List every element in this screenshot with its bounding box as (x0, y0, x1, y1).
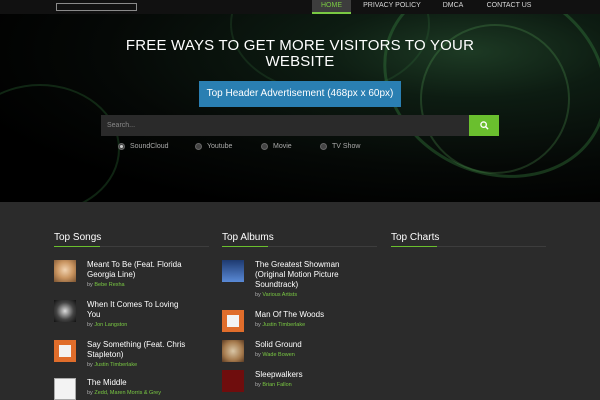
song-artist: by Zedd, Maren Morris & Grey (87, 390, 161, 396)
song-cover-image[interactable] (54, 300, 76, 322)
artist-link: Zedd, Maren Morris & Grey (94, 390, 161, 396)
radio-tv-show[interactable]: TV Show (320, 142, 360, 151)
album-item[interactable]: Solid Ground by Wade Bowen (222, 340, 302, 362)
album-title[interactable]: Man Of The Woods (255, 310, 324, 320)
artist-link: Justin Timberlake (94, 362, 138, 368)
album-title[interactable]: The Greatest Showman (Original Motion Pic… (255, 260, 339, 290)
song-title[interactable]: When It Comes To Loving You (87, 300, 178, 320)
top-charts-divider (391, 246, 546, 247)
top-navbar: HOME PRIVACY POLICY DMCA CONTACT US (0, 0, 600, 14)
radio-movie[interactable]: Movie (261, 142, 292, 151)
radio-soundcloud[interactable]: SoundCloud (118, 142, 169, 151)
nav-dmca[interactable]: DMCA (436, 0, 470, 14)
by-label: by (87, 390, 93, 396)
by-label: by (255, 382, 261, 388)
album-artist: by Justin Timberlake (255, 322, 324, 328)
album-title[interactable]: Sleepwalkers (255, 370, 303, 380)
hero-title: FREE WAYS TO GET MORE VISITORS TO YOUR W… (100, 38, 500, 70)
by-label: by (87, 362, 93, 368)
radio-label: SoundCloud (130, 143, 169, 150)
search-icon (479, 121, 489, 130)
by-label: by (87, 322, 93, 328)
header-advertisement[interactable]: Top Header Advertisement (468px x 60px) (199, 81, 401, 107)
search-input[interactable]: Search... (101, 115, 469, 136)
top-albums-heading: Top Albums (222, 232, 274, 243)
top-songs-heading: Top Songs (54, 232, 102, 243)
album-cover-image[interactable] (222, 310, 244, 332)
nav-contact-us[interactable]: CONTACT US (480, 0, 538, 14)
search-button[interactable] (469, 115, 499, 136)
by-label: by (87, 282, 93, 288)
album-cover-image[interactable] (222, 260, 244, 282)
song-cover-image[interactable] (54, 260, 76, 282)
nav-home[interactable]: HOME (312, 0, 351, 14)
radio-youtube[interactable]: Youtube (195, 142, 232, 151)
radio-label: Movie (273, 143, 292, 150)
hero-title-line2: WEBSITE (265, 53, 335, 70)
top-songs-divider (54, 246, 209, 247)
song-item[interactable]: When It Comes To Loving You by Jon Langst… (54, 300, 178, 328)
artist-link: Brian Fallon (262, 382, 292, 388)
album-cover-image[interactable] (222, 370, 244, 392)
radio-label: TV Show (332, 143, 361, 150)
album-title[interactable]: Solid Ground (255, 340, 302, 350)
song-title[interactable]: The Middle (87, 378, 161, 388)
album-item[interactable]: The Greatest Showman (Original Motion Pic… (222, 260, 339, 298)
song-cover-image[interactable] (54, 340, 76, 362)
top-albums-divider (222, 246, 377, 247)
song-artist: by Jon Langston (87, 322, 178, 328)
artist-link: Justin Timberlake (262, 322, 306, 328)
album-item[interactable]: Sleepwalkers by Brian Fallon (222, 370, 303, 392)
radio-dot[interactable] (195, 143, 202, 150)
by-label: by (255, 352, 261, 358)
radio-label: Youtube (207, 143, 233, 150)
song-artist: by Bebe Rexha (87, 282, 182, 288)
hero-title-line1: FREE WAYS TO GET MORE VISITORS TO YOUR (125, 37, 475, 54)
by-label: by (255, 292, 261, 298)
hero-swirl-decoration (0, 84, 120, 202)
site-logo[interactable] (56, 3, 137, 11)
artist-link: Bebe Rexha (94, 282, 125, 288)
radio-dot[interactable] (261, 143, 268, 150)
song-title[interactable]: Meant To Be (Feat. Florida Georgia Line) (87, 260, 182, 280)
song-title[interactable]: Say Something (Feat. Chris Stapleton) (87, 340, 185, 360)
album-item[interactable]: Man Of The Woods by Justin Timberlake (222, 310, 324, 332)
artist-link: Wade Bowen (262, 352, 295, 358)
artist-link: Jon Langston (94, 322, 128, 328)
radio-dot[interactable] (320, 143, 327, 150)
artist-link: Various Artists (262, 292, 298, 298)
song-item[interactable]: Say Something (Feat. Chris Stapleton) by … (54, 340, 185, 368)
nav-privacy-policy[interactable]: PRIVACY POLICY (358, 0, 426, 14)
song-artist: by Justin Timberlake (87, 362, 185, 368)
top-charts-heading: Top Charts (391, 232, 440, 243)
radio-dot-selected[interactable] (118, 143, 125, 150)
by-label: by (255, 322, 261, 328)
song-item[interactable]: Meant To Be (Feat. Florida Georgia Line) … (54, 260, 182, 288)
song-item[interactable]: The Middle by Zedd, Maren Morris & Grey (54, 378, 161, 400)
album-cover-image[interactable] (222, 340, 244, 362)
album-artist: by Wade Bowen (255, 352, 302, 358)
album-artist: by Various Artists (255, 292, 339, 298)
album-artist: by Brian Fallon (255, 382, 303, 388)
song-cover-image[interactable] (54, 378, 76, 400)
